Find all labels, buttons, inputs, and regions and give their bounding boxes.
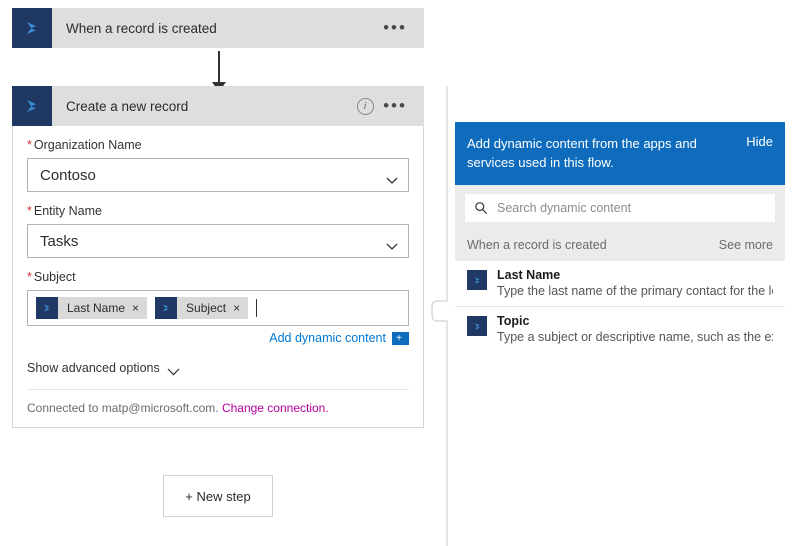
- action-card[interactable]: Create a new record i ••• *Organization …: [12, 86, 424, 428]
- action-card-body: *Organization Name Contoso *Entity Name …: [12, 126, 424, 428]
- chevron-down-icon: [167, 365, 179, 372]
- text-caret: [256, 299, 257, 317]
- subject-input[interactable]: Last Name × Subject ×: [27, 290, 409, 326]
- label-text: Entity Name: [34, 204, 102, 218]
- remove-token-icon[interactable]: ×: [132, 302, 147, 314]
- dynamic-content-group-header: When a record is created See more: [455, 232, 785, 261]
- connection-status: Connected to matp@microsoft.com. Change …: [27, 389, 409, 427]
- chevron-down-icon: [386, 238, 398, 245]
- organization-name-dropdown[interactable]: Contoso: [27, 158, 409, 192]
- list-item[interactable]: Topic Type a subject or descriptive name…: [455, 307, 785, 352]
- flow-connector-icon: [467, 316, 487, 336]
- list-item-title: Topic: [497, 314, 773, 329]
- action-card-title: Create a new record: [52, 99, 350, 114]
- organization-name-value: Contoso: [40, 167, 386, 184]
- trigger-card-title: When a record is created: [52, 21, 380, 36]
- panel-leader-line: [424, 86, 448, 546]
- list-item-text: Last Name Type the last name of the prim…: [497, 268, 773, 299]
- remove-token-icon[interactable]: ×: [233, 302, 248, 314]
- dynamic-token[interactable]: Last Name ×: [36, 297, 147, 319]
- required-marker: *: [27, 138, 32, 152]
- hide-panel-button[interactable]: Hide: [746, 134, 773, 149]
- add-dynamic-content-icon[interactable]: +: [392, 332, 409, 345]
- required-marker: *: [27, 204, 32, 218]
- info-icon: i: [357, 98, 374, 115]
- dynamic-content-group-title: When a record is created: [467, 238, 607, 252]
- trigger-card-header[interactable]: When a record is created •••: [12, 8, 424, 48]
- label-text: Subject: [34, 270, 76, 284]
- search-placeholder: Search dynamic content: [497, 201, 631, 215]
- trigger-card[interactable]: When a record is created •••: [12, 8, 424, 48]
- field-subject: *Subject Last Name ×: [27, 258, 409, 326]
- change-connection-link[interactable]: Change connection.: [222, 401, 329, 415]
- add-dynamic-content-row[interactable]: Add dynamic content +: [27, 326, 409, 345]
- new-step-button[interactable]: + New step: [163, 475, 273, 517]
- list-item-description: Type the last name of the primary contac…: [497, 283, 773, 299]
- action-card-header[interactable]: Create a new record i •••: [12, 86, 424, 126]
- required-marker: *: [27, 270, 32, 284]
- see-more-link[interactable]: See more: [719, 238, 773, 252]
- dynamic-content-panel-header: Add dynamic content from the apps and se…: [455, 122, 785, 185]
- list-item-title: Last Name: [497, 268, 773, 283]
- dynamic-content-search-area: Search dynamic content: [455, 185, 785, 232]
- dynamic-content-list: Last Name Type the last name of the prim…: [455, 261, 785, 352]
- list-item-description: Type a subject or descriptive name, such…: [497, 329, 773, 345]
- dynamic-content-panel: Add dynamic content from the apps and se…: [455, 122, 785, 352]
- flow-connector-icon: [155, 297, 177, 319]
- dynamic-token[interactable]: Subject ×: [155, 297, 248, 319]
- field-organization-name-label: *Organization Name: [27, 138, 409, 152]
- flow-connector-icon: [467, 270, 487, 290]
- field-organization-name: *Organization Name Contoso: [27, 126, 409, 192]
- dynamic-token-label: Subject: [177, 301, 233, 315]
- search-dynamic-content-input[interactable]: Search dynamic content: [465, 194, 775, 222]
- action-card-info-button[interactable]: i: [350, 86, 380, 126]
- connection-status-text: Connected to matp@microsoft.com.: [27, 401, 219, 415]
- list-item-text: Topic Type a subject or descriptive name…: [497, 314, 773, 345]
- trigger-card-more-button[interactable]: •••: [380, 8, 424, 48]
- label-text: Organization Name: [34, 138, 142, 152]
- field-entity-name: *Entity Name Tasks: [27, 192, 409, 258]
- entity-name-dropdown[interactable]: Tasks: [27, 224, 409, 258]
- add-dynamic-content-link[interactable]: Add dynamic content: [269, 331, 386, 345]
- flow-connector-line: [218, 51, 220, 85]
- flow-connector-icon: [12, 86, 52, 126]
- list-item[interactable]: Last Name Type the last name of the prim…: [455, 261, 785, 307]
- field-subject-label: *Subject: [27, 270, 409, 284]
- flow-designer-canvas: When a record is created ••• Create a ne…: [0, 0, 448, 546]
- flow-connector-icon: [36, 297, 58, 319]
- search-icon: [474, 201, 488, 215]
- field-entity-name-label: *Entity Name: [27, 204, 409, 218]
- chevron-down-icon: [386, 172, 398, 179]
- dynamic-token-label: Last Name: [58, 301, 132, 315]
- show-advanced-options-label: Show advanced options: [27, 361, 160, 375]
- entity-name-value: Tasks: [40, 233, 386, 250]
- show-advanced-options-button[interactable]: Show advanced options: [27, 345, 409, 389]
- action-card-more-button[interactable]: •••: [380, 86, 424, 126]
- flow-connector-icon: [12, 8, 52, 48]
- dynamic-content-panel-header-text: Add dynamic content from the apps and se…: [467, 134, 746, 172]
